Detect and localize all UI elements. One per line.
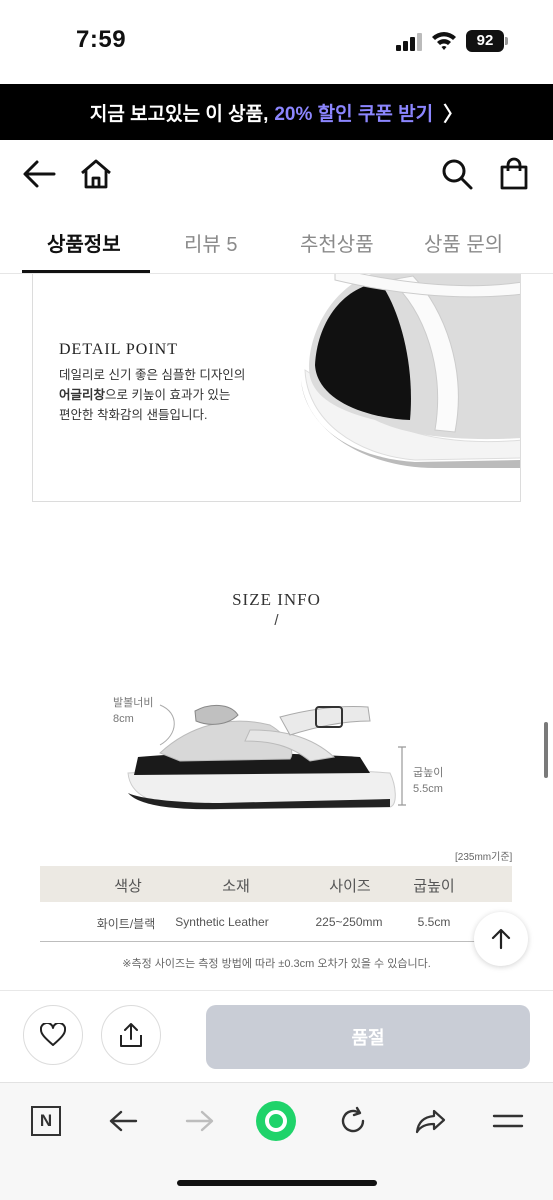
measurement-note: ※측정 사이즈는 측정 방법에 따라 ±0.3cm 오차가 있을 수 있습니다. [122,958,431,970]
spec-header-size: 사이즈 [329,878,371,895]
share-arrow-icon[interactable] [409,1099,453,1143]
shopping-bag-icon[interactable] [494,154,534,194]
tab-product-info[interactable]: 상품정보 [47,228,121,257]
detail-point-card: DETAIL POINT 데일리로 신기 좋은 심플한 디자인의 어글리창으로 … [32,274,521,502]
detail-line-2-bold: 어글리창 [59,388,106,402]
spec-cell-heel: 5.5cm [417,915,451,929]
detail-line-3: 편안한 착화감의 샌들입니다. [59,408,208,422]
share-icon [120,1023,142,1047]
spec-header-material: 소재 [222,878,250,895]
promo-highlight: 20% 할인 쿠폰 받기 [274,103,434,125]
back-arrow-icon[interactable] [19,154,59,194]
detail-point-title: DETAIL POINT [59,341,178,358]
wishlist-button[interactable] [23,1005,83,1065]
battery-icon: 92 [466,30,508,52]
purchase-action-bar: 품절 [0,990,553,1082]
arrow-up-icon [491,928,511,950]
naver-n-label: N [31,1106,61,1136]
home-icon[interactable] [76,154,116,194]
size-info-slash: / [274,612,279,629]
chevron-right-icon: 〉 [443,103,464,126]
detail-line-2-rest: 으로 키높이 효과가 있는 [105,388,231,402]
naver-n-icon[interactable]: N [24,1099,68,1143]
status-time: 7:59 [76,26,127,53]
spec-cell-material: Synthetic Leather [175,915,269,929]
wifi-icon [432,32,456,50]
spec-header-heel: 굽높이 [413,878,455,895]
back-icon[interactable] [101,1099,145,1143]
status-bar: 7:59 92 [0,0,553,84]
battery-level: 92 [466,30,504,52]
detail-line-2: 어글리창으로 키높이 효과가 있는 [59,384,230,403]
heart-icon [40,1023,66,1046]
size-info-title: SIZE INFO [232,590,321,609]
active-tab-indicator [22,270,150,273]
soldout-button[interactable]: 품절 [206,1005,530,1069]
spec-cell-color: 화이트/블랙 [96,917,156,931]
spec-table-header: 색상 소재 사이즈 굽높이 [40,866,512,902]
green-home-icon[interactable] [254,1099,298,1143]
scroll-to-top-button[interactable] [474,912,528,966]
detail-line-1: 데일리로 신기 좋은 심플한 디자인의 [59,368,246,382]
sandal-side-image [127,704,406,810]
app-header [0,140,553,210]
tab-recommended[interactable]: 추천상품 [300,228,374,257]
page: 7:59 92 지금 보고있는 이 상품, 20% 할인 쿠폰 받기 〉 상품정… [0,0,553,1200]
spec-header-color: 색상 [114,878,142,895]
promo-banner[interactable]: 지금 보고있는 이 상품, 20% 할인 쿠폰 받기 〉 [0,84,553,140]
forward-icon[interactable] [178,1099,222,1143]
promo-text: 지금 보고있는 이 상품, [89,103,269,125]
share-button[interactable] [101,1005,161,1065]
size-reference: [235mm기준] [455,852,513,863]
sandal-closeup-image [301,274,520,468]
product-tabs: 상품정보 리뷰 5 추천상품 상품 문의 [0,212,553,274]
cellular-signal-icon [396,33,424,51]
search-icon[interactable] [437,154,477,194]
reload-icon[interactable] [331,1099,375,1143]
menu-icon[interactable] [486,1099,530,1143]
home-indicator[interactable] [177,1180,377,1186]
tab-reviews[interactable]: 리뷰 5 [184,228,237,257]
spec-cell-size: 225~250mm [315,915,383,929]
spec-table-row: 화이트/블랙 Synthetic Leather 225~250mm 5.5cm [40,902,512,942]
tab-inquiry[interactable]: 상품 문의 [424,228,503,257]
page-scrollbar[interactable] [544,722,548,778]
